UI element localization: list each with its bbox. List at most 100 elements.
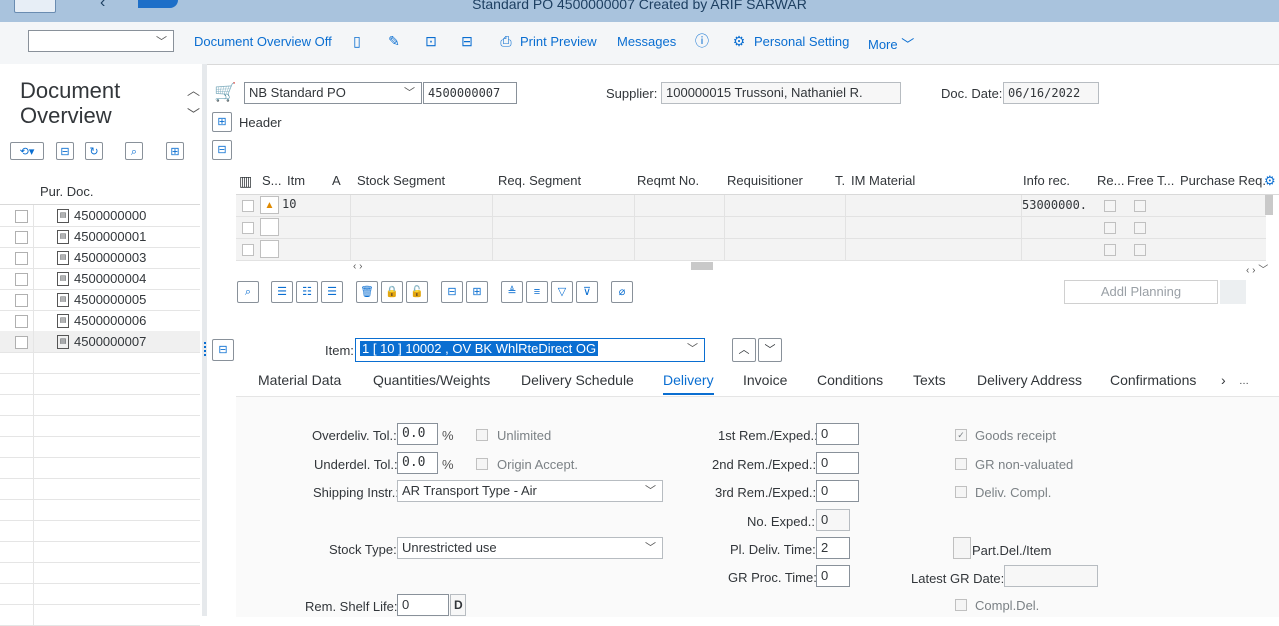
col-account[interactable]: A (332, 173, 341, 188)
row-checkbox[interactable] (242, 222, 254, 234)
rem1-field[interactable]: 0 (816, 423, 859, 445)
free-checkbox[interactable] (1134, 244, 1146, 256)
sort-ascending-icon[interactable]: ≜ (501, 281, 523, 303)
chevron-down-icon[interactable]: ﹀ (187, 104, 200, 123)
row-checkbox[interactable] (15, 231, 28, 244)
tab-delivery[interactable]: Delivery (663, 372, 714, 388)
info-rec-cell[interactable]: 53000000. (1022, 198, 1087, 212)
list-item[interactable]: ▤ 4500000000 (0, 205, 200, 227)
more-tabs-icon[interactable]: … (1239, 376, 1249, 387)
gr-nonvalued-checkbox[interactable] (955, 458, 967, 470)
select-block-icon[interactable]: ☷ (296, 281, 318, 303)
previous-item-icon[interactable]: ︿ (732, 338, 756, 362)
stock-type-dropdown[interactable]: Unrestricted use ﹀ (397, 537, 663, 559)
scroll-left-right-icon[interactable]: ‹ › (353, 261, 362, 272)
col-stock-segment[interactable]: Stock Segment (357, 173, 445, 188)
col-info-rec[interactable]: Info rec. (1023, 173, 1070, 188)
pl-deliv-time-field[interactable]: 2 (816, 537, 850, 559)
scroll-right-icon[interactable]: ‹ › ﹀ (1246, 261, 1268, 276)
pur-doc-number[interactable]: 4500000003 (74, 250, 146, 265)
insert-icon[interactable]: ⊞ (466, 281, 488, 303)
list-item[interactable]: ▤ 4500000007 (0, 331, 200, 353)
row-checkbox[interactable] (15, 294, 28, 307)
row-checkbox[interactable] (242, 244, 254, 256)
remove-filter-icon[interactable]: ⊽ (576, 281, 598, 303)
unlimited-checkbox[interactable] (476, 429, 488, 441)
list-item[interactable]: ▤ 4500000001 (0, 226, 200, 248)
expand-header-icon[interactable]: ⊞ (212, 112, 232, 132)
pur-doc-number[interactable]: 4500000007 (74, 334, 146, 349)
status-cell[interactable] (260, 218, 279, 236)
row-checkbox[interactable] (15, 336, 28, 349)
rem-shelf-life-field[interactable]: 0 (397, 594, 449, 616)
table-row[interactable] (236, 239, 1266, 261)
warning-icon[interactable]: ▲ (260, 196, 279, 214)
row-checkbox[interactable] (15, 252, 28, 265)
next-item-icon[interactable]: ﹀ (758, 338, 782, 362)
tab-texts[interactable]: Texts (913, 372, 946, 388)
col-status[interactable]: S... (262, 173, 282, 188)
panel-splitter[interactable] (202, 64, 207, 616)
search-icon[interactable]: ⌕ (125, 142, 143, 160)
pur-doc-number[interactable]: 4500000006 (74, 313, 146, 328)
chevron-up-icon[interactable]: ︿ (187, 80, 200, 99)
tab-delivery-schedule[interactable]: Delivery Schedule (521, 372, 634, 388)
tab-confirmations[interactable]: Confirmations (1110, 372, 1196, 388)
row-checkbox[interactable] (15, 315, 28, 328)
table-row[interactable]: ▲ 10 53000000. (236, 195, 1266, 217)
col-t2[interactable]: T... (1157, 173, 1174, 188)
refresh-icon[interactable]: ↻ (85, 142, 103, 160)
re-checkbox[interactable] (1104, 222, 1116, 234)
personal-setting-icon[interactable]: ⚙ (730, 32, 748, 50)
rem3-field[interactable]: 0 (816, 480, 859, 502)
col-req-segment[interactable]: Req. Segment (498, 173, 581, 188)
selection-variant-icon[interactable]: ⟲▾ (10, 142, 44, 160)
messages-button[interactable]: Messages (617, 34, 676, 49)
copy-icon[interactable]: ⊟ (441, 281, 463, 303)
table-settings-icon[interactable]: ▥ (239, 173, 252, 190)
tab-conditions[interactable]: Conditions (817, 372, 883, 388)
shipping-instr-dropdown[interactable]: AR Transport Type - Air ﹀ (397, 480, 663, 502)
document-overview-off-button[interactable]: Document Overview Off (194, 34, 332, 49)
print-preview-icon[interactable]: ⎙ (497, 32, 515, 50)
addl-planning-button[interactable]: Addl Planning (1064, 280, 1218, 304)
col-t[interactable]: T. (835, 173, 845, 188)
pur-doc-number[interactable]: 4500000004 (74, 271, 146, 286)
gear-icon[interactable]: ⚙ (1264, 173, 1276, 189)
collapse-item-icon[interactable]: ⊟ (212, 339, 234, 361)
item-number[interactable]: 10 (282, 197, 296, 211)
layout-icon[interactable]: ⊞ (166, 142, 184, 160)
col-free[interactable]: Free (1127, 173, 1154, 188)
table-row[interactable] (236, 217, 1266, 239)
drag-handle[interactable] (204, 342, 209, 356)
copy-icon[interactable]: ⊟ (56, 142, 74, 160)
goods-receipt-checkbox[interactable]: ✓ (955, 429, 967, 441)
select-all-icon[interactable]: ☰ (271, 281, 293, 303)
header-label[interactable]: Header (239, 115, 282, 130)
personal-setting-button[interactable]: Personal Setting (754, 34, 849, 49)
attachment-icon[interactable]: ⌀ (611, 281, 633, 303)
rem2-field[interactable]: 0 (816, 452, 859, 474)
more-button[interactable]: More ﹀ (868, 34, 914, 53)
info-icon[interactable]: ⓘ (693, 32, 711, 50)
origin-accept-checkbox[interactable] (476, 458, 488, 470)
horizontal-scroll-thumb[interactable] (691, 262, 713, 270)
col-purchase-req[interactable]: Purchase Req. (1180, 173, 1266, 188)
row-checkbox[interactable] (15, 273, 28, 286)
item-dropdown[interactable]: 1 [ 10 ] 10002 , OV BK WhlRteDirect OG ﹀ (355, 338, 705, 362)
deliv-compl-checkbox[interactable] (955, 486, 967, 498)
pur-doc-number[interactable]: 4500000001 (74, 229, 146, 244)
list-item[interactable]: ▤ 4500000004 (0, 268, 200, 290)
part-del-field[interactable] (953, 537, 971, 559)
tab-delivery-address[interactable]: Delivery Address (977, 372, 1082, 388)
compl-del-checkbox[interactable] (955, 599, 967, 611)
free-checkbox[interactable] (1134, 200, 1146, 212)
row-checkbox[interactable] (15, 210, 28, 223)
delete-icon[interactable]: 🗑 (356, 281, 378, 303)
command-field[interactable]: ﹀ (28, 30, 174, 52)
sort-descending-icon[interactable]: ≡ (526, 281, 548, 303)
tab-quantities-weights[interactable]: Quantities/Weights (373, 372, 490, 388)
other-po-icon[interactable]: ⊟ (458, 32, 476, 50)
re-checkbox[interactable] (1104, 200, 1116, 212)
lock-icon[interactable]: 🔒 (381, 281, 403, 303)
